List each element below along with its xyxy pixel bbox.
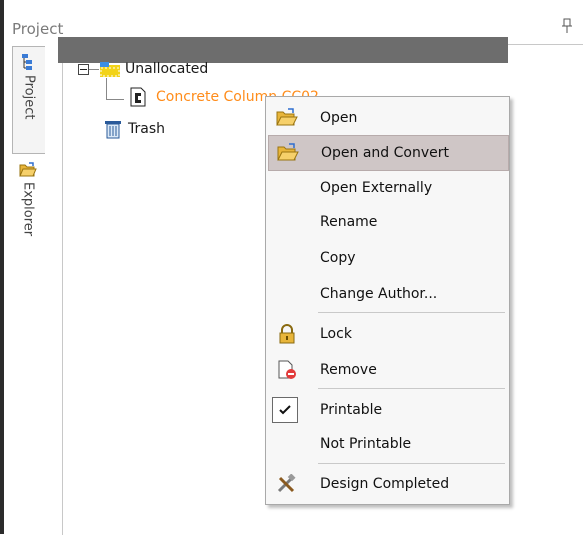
menu-separator xyxy=(318,388,505,389)
tools-icon xyxy=(277,474,296,493)
tree-node-label: Unallocated xyxy=(125,61,209,77)
menu-item-design-completed[interactable]: Design Completed xyxy=(268,467,507,501)
window-left-border xyxy=(0,0,4,534)
menu-item-label: Not Printable xyxy=(320,436,412,452)
folder-open-icon xyxy=(19,162,37,177)
menu-item-not-printable[interactable]: Not Printable xyxy=(268,427,507,461)
menu-item-remove[interactable]: Remove xyxy=(268,353,507,387)
menu-item-open-and-convert[interactable]: Open and Convert xyxy=(268,135,509,171)
tree-connector xyxy=(106,99,124,100)
tree-connector xyxy=(106,78,107,100)
menu-item-open[interactable]: Open xyxy=(268,101,507,135)
menu-item-lock[interactable]: Lock xyxy=(268,317,507,351)
menu-item-label: Lock xyxy=(320,326,352,342)
menu-item-label: Rename xyxy=(320,214,378,230)
trash-icon xyxy=(105,121,121,139)
tree-node-label: Trash xyxy=(128,121,165,137)
pin-icon[interactable] xyxy=(562,18,572,34)
drawing-file-icon xyxy=(130,87,146,107)
tree-node-unallocated[interactable]: Unallocated xyxy=(78,58,208,80)
menu-item-label: Change Author... xyxy=(320,286,438,302)
tab-explorer-label: Explorer xyxy=(20,182,36,237)
menu-item-label: Open xyxy=(320,110,358,126)
menu-item-open-externally[interactable]: Open Externally xyxy=(268,171,507,205)
tree-node-trash[interactable]: Trash xyxy=(104,118,165,140)
tab-explorer[interactable]: Explorer xyxy=(12,156,44,266)
lock-icon xyxy=(279,324,295,344)
tab-project[interactable]: Project xyxy=(12,46,45,154)
folder-group-icon xyxy=(100,62,120,77)
checkmark-icon xyxy=(272,397,298,423)
menu-item-label: Copy xyxy=(320,250,356,266)
menu-item-change-author[interactable]: Change Author... xyxy=(268,277,507,311)
folder-open-icon xyxy=(276,108,298,126)
folder-open-icon xyxy=(277,143,299,161)
menu-item-label: Design Completed xyxy=(320,476,450,492)
panel-header: Project xyxy=(4,0,584,40)
menu-item-label: Remove xyxy=(320,362,377,378)
tab-project-label: Project xyxy=(21,75,37,120)
context-menu: Open Open and Convert Open Externally Re… xyxy=(265,96,510,505)
project-tree-icon xyxy=(22,54,32,70)
menu-item-printable[interactable]: Printable xyxy=(268,393,507,427)
menu-item-label: Open Externally xyxy=(320,180,433,196)
menu-separator xyxy=(318,463,505,464)
collapse-toggle[interactable] xyxy=(78,63,89,75)
panel-title: Project xyxy=(12,20,64,38)
side-tab-strip: Project Explorer xyxy=(12,44,46,534)
menu-item-label: Printable xyxy=(320,402,383,418)
menu-item-label: Open and Convert xyxy=(321,145,449,161)
remove-file-icon xyxy=(278,360,296,379)
menu-item-copy[interactable]: Copy xyxy=(268,241,507,275)
menu-separator xyxy=(318,312,505,313)
menu-item-rename[interactable]: Rename xyxy=(268,205,507,239)
